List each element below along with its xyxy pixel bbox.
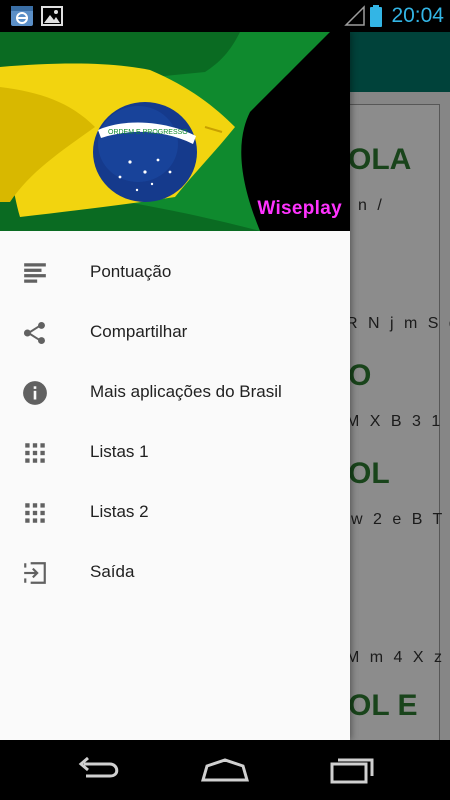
clock: 20:04 (391, 4, 444, 27)
apps-grid-icon (25, 503, 45, 523)
menu-item-label: Pontuação (90, 262, 172, 281)
menu-item-compartilhar[interactable]: Compartilhar (0, 302, 350, 362)
brand-label: Wiseplay (257, 198, 342, 219)
exit-icon (24, 562, 46, 584)
sort-lines-icon (24, 263, 46, 283)
back-icon[interactable] (70, 754, 130, 786)
info-icon (23, 381, 47, 405)
browser-notification-icon (11, 6, 33, 26)
signal-icon (344, 5, 365, 26)
image-notification-icon (41, 6, 63, 26)
apps-grid-icon (25, 443, 45, 463)
home-icon[interactable] (195, 754, 255, 786)
menu-item-saida[interactable]: Saída (0, 542, 350, 602)
battery-icon (370, 5, 382, 27)
menu-item-listas-2[interactable]: Listas 2 (0, 482, 350, 542)
menu-item-pontuacao[interactable]: Pontuação (0, 242, 350, 302)
flag-banner-text: ORDEM E PROGRESSO (108, 129, 188, 136)
drawer-header: ORDEM E PROGRESSO Wiseplay (0, 32, 350, 231)
menu-item-mais-aplicacoes[interactable]: Mais aplicações do Brasil (0, 362, 350, 422)
recent-apps-icon[interactable] (322, 754, 382, 786)
share-icon (23, 321, 45, 345)
menu-item-label: Compartilhar (90, 322, 188, 341)
status-bar: 20:04 (0, 0, 450, 32)
menu-item-listas-1[interactable]: Listas 1 (0, 422, 350, 482)
menu-item-label: Listas 2 (90, 502, 149, 521)
menu-item-label: Saída (90, 562, 135, 581)
drawer-menu: Pontuação Compartilhar Mais aplicações d… (0, 242, 350, 602)
system-nav-bar (0, 740, 450, 800)
menu-item-label: Mais aplicações do Brasil (90, 382, 282, 401)
navigation-drawer: ORDEM E PROGRESSO Wiseplay Pontuação Com… (0, 32, 350, 740)
menu-item-label: Listas 1 (90, 442, 149, 461)
